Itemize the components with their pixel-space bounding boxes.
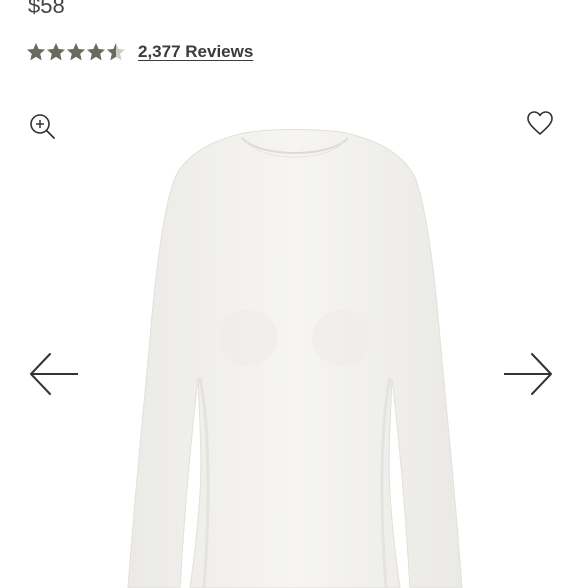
product-image-gallery[interactable] <box>0 92 580 588</box>
star-icon <box>87 43 105 61</box>
arrow-left-icon[interactable] <box>28 350 80 398</box>
heart-outline-icon[interactable] <box>526 110 554 136</box>
star-rating <box>26 42 126 62</box>
star-icon <box>107 43 125 61</box>
zoom-in-icon[interactable] <box>28 112 56 140</box>
reviews-link[interactable]: 2,377 Reviews <box>138 42 253 62</box>
star-icon <box>47 43 65 61</box>
rating-row: 2,377 Reviews <box>26 40 253 64</box>
star-icon <box>67 43 85 61</box>
product-image <box>127 129 463 588</box>
star-icon <box>27 43 45 61</box>
product-price: $58 <box>28 0 65 18</box>
arrow-right-icon[interactable] <box>502 350 554 398</box>
